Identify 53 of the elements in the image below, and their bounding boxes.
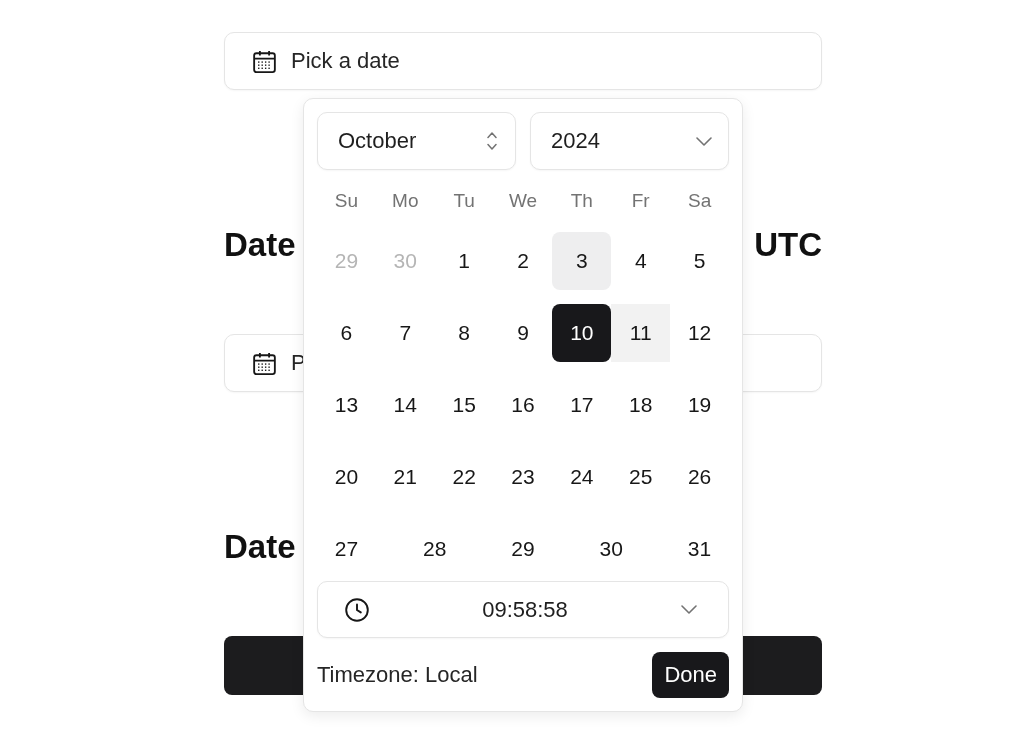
day-button[interactable]: 12 bbox=[670, 304, 729, 362]
day-button[interactable]: 28 bbox=[405, 520, 465, 578]
day-button[interactable]: 5 bbox=[670, 232, 729, 290]
day-button[interactable]: 27 bbox=[317, 520, 376, 578]
day-button[interactable]: 22 bbox=[434, 448, 494, 506]
timezone-label: Timezone: Local bbox=[317, 662, 478, 688]
weekday-label: Tu bbox=[452, 190, 476, 212]
day-button[interactable]: 2 bbox=[493, 232, 553, 290]
day-button[interactable]: 31 bbox=[670, 520, 729, 578]
day-button[interactable]: 18 bbox=[611, 376, 671, 434]
calendar-icon bbox=[253, 49, 276, 73]
date-picker-button[interactable]: Pick a date bbox=[224, 32, 822, 90]
section-heading: Date bbox=[224, 527, 296, 567]
weekday-label: Mo bbox=[391, 190, 420, 212]
day-button[interactable]: 6 bbox=[317, 304, 376, 362]
day-button[interactable]: 24 bbox=[552, 448, 612, 506]
day-button[interactable]: 30 bbox=[581, 520, 641, 578]
clock-icon bbox=[345, 597, 369, 622]
day-button[interactable]: 11 bbox=[611, 304, 671, 362]
day-button[interactable]: 17 bbox=[552, 376, 612, 434]
chevron-up-down-icon bbox=[487, 132, 497, 150]
weekday-label: Su bbox=[333, 190, 360, 212]
weekday-label: We bbox=[507, 190, 539, 212]
weekday-label: Fr bbox=[630, 190, 651, 212]
day-button[interactable]: 21 bbox=[375, 448, 435, 506]
day-button[interactable]: 20 bbox=[317, 448, 376, 506]
section-heading: Date bbox=[224, 225, 296, 265]
day-button[interactable]: 14 bbox=[375, 376, 435, 434]
day-button[interactable]: 26 bbox=[670, 448, 729, 506]
day-button[interactable]: 7 bbox=[375, 304, 435, 362]
day-button[interactable]: 25 bbox=[611, 448, 671, 506]
time-select[interactable]: 09:58:58 bbox=[317, 581, 729, 638]
weekday-label: Th bbox=[569, 190, 594, 212]
day-button[interactable]: 3 bbox=[552, 232, 612, 290]
day-button[interactable]: 4 bbox=[611, 232, 671, 290]
day-button[interactable]: 19 bbox=[670, 376, 729, 434]
chevron-down-icon bbox=[681, 605, 697, 614]
day-button[interactable]: 16 bbox=[493, 376, 553, 434]
chevron-down-icon bbox=[696, 136, 712, 146]
year-select[interactable]: 2024 bbox=[530, 112, 729, 170]
month-select[interactable]: October bbox=[317, 112, 516, 170]
day-button[interactable]: 1 bbox=[434, 232, 494, 290]
day-button[interactable]: 23 bbox=[493, 448, 553, 506]
day-button[interactable]: 29 bbox=[493, 520, 553, 578]
day-button[interactable]: 15 bbox=[434, 376, 494, 434]
day-button[interactable]: 9 bbox=[493, 304, 553, 362]
weekday-label: Sa bbox=[686, 190, 713, 212]
day-button[interactable]: 8 bbox=[434, 304, 494, 362]
done-button[interactable]: Done bbox=[652, 652, 729, 698]
calendar-icon bbox=[253, 351, 276, 375]
day-button[interactable]: 10 bbox=[552, 304, 612, 362]
day-button[interactable]: 13 bbox=[317, 376, 376, 434]
section-heading: UTC bbox=[754, 225, 822, 265]
